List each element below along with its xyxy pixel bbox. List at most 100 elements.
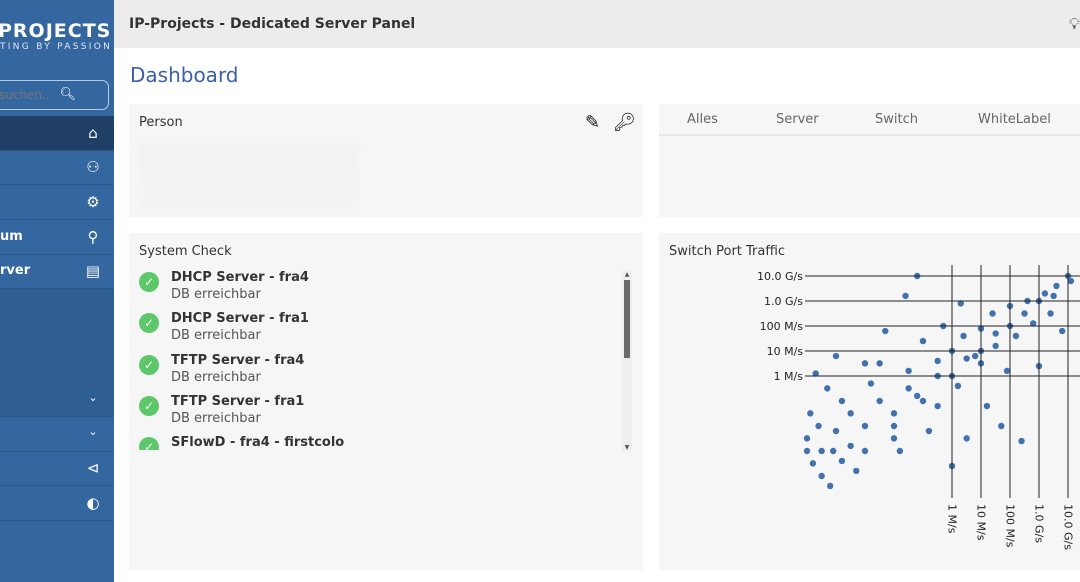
- person-title: Person: [139, 115, 183, 130]
- data-point: [824, 385, 831, 392]
- y-tick-label: 1 M/s: [774, 370, 804, 383]
- x-tick-label: 1 M/s: [946, 504, 959, 534]
- tab-alles[interactable]: Alles: [687, 112, 718, 127]
- sidebar-item-server[interactable]: rver ▤: [0, 254, 114, 289]
- data-point: [1053, 282, 1060, 290]
- sidebar-item-home[interactable]: ⌂: [0, 116, 114, 151]
- check-circle-icon: ✓: [139, 396, 159, 416]
- data-point: [861, 360, 869, 367]
- data-point: [853, 467, 860, 475]
- scroll-up-arrow-icon[interactable]: ▲: [622, 271, 632, 278]
- home-icon: ⌂: [88, 124, 98, 142]
- data-point: [998, 422, 1005, 430]
- x-tick-label: 1.0 G/s: [1033, 504, 1046, 543]
- data-point: [934, 357, 941, 365]
- list-item: ✓ DHCP Server - fra4 DB erreichbar: [139, 270, 609, 311]
- data-point: [925, 427, 933, 435]
- data-point: [847, 410, 854, 417]
- list-item: ✓ SFlowD - fra4 - firstcolo: [139, 435, 609, 450]
- data-point: [905, 385, 912, 392]
- data-point: [960, 332, 967, 340]
- scroll-down-arrow-icon[interactable]: ▼: [622, 444, 632, 451]
- search-box[interactable]: 🔍︎: [0, 80, 109, 110]
- list-item: ✓ DHCP Server - fra1 DB erreichbar: [139, 311, 609, 352]
- system-check-panel: System Check ✓ DHCP Server - fra4 DB errei…: [129, 233, 643, 570]
- sidebar-item-network[interactable]: ⊲: [0, 451, 114, 486]
- data-point: [890, 435, 898, 442]
- data-point: [1047, 310, 1054, 317]
- check-circle-icon: ✓: [139, 272, 159, 292]
- y-tick-label: 1.0 G/s: [764, 295, 803, 308]
- tab-switch[interactable]: Switch: [875, 112, 918, 127]
- data-point: [826, 482, 834, 490]
- check-name: DHCP Server - fra1: [171, 311, 309, 326]
- data-point: [832, 427, 840, 435]
- system-check-title: System Check: [139, 244, 232, 259]
- data-point: [809, 460, 817, 467]
- data-point: [861, 447, 869, 455]
- data-point: [963, 435, 970, 442]
- data-point: [1041, 290, 1049, 297]
- page-title: Dashboard: [130, 63, 239, 87]
- data-point: [890, 410, 898, 417]
- check-name: DHCP Server - fra4: [171, 270, 309, 285]
- top-bar: IP-Projects - Dedicated Server Panel 💡︎: [114, 0, 1080, 48]
- data-point: [1067, 277, 1075, 285]
- data-point: [829, 447, 837, 455]
- sidebar-item-expand-2[interactable]: ⌄: [0, 417, 114, 452]
- filter-tabs: Alles Server Switch WhiteLabel: [659, 104, 1080, 136]
- list-item: ✓ TFTP Server - fra4 DB erreichbar: [139, 353, 609, 394]
- tab-whitelabel[interactable]: WhiteLabel: [978, 112, 1051, 127]
- data-point: [838, 457, 846, 465]
- tab-server[interactable]: Server: [776, 112, 819, 127]
- check-name: SFlowD - fra4 - firstcolo: [171, 435, 345, 450]
- data-point: [818, 472, 825, 480]
- y-tick-label: 10 M/s: [767, 345, 804, 358]
- redacted-person-info: [139, 144, 359, 214]
- check-status: DB erreichbar: [171, 287, 261, 302]
- data-point: [963, 355, 970, 362]
- list-item: ✓ TFTP Server - fra1 DB erreichbar: [139, 394, 609, 435]
- traffic-panel: Switch Port Traffic 10.0 G/s 1.0 G/s 100 M…: [659, 233, 1080, 570]
- gears-icon: ⚙: [86, 193, 100, 211]
- sidebar-item-monitoring[interactable]: ◐: [0, 486, 114, 521]
- data-point: [934, 402, 941, 410]
- data-point: [882, 327, 889, 335]
- data-point: [919, 337, 927, 345]
- data-point: [803, 435, 811, 442]
- gauge-icon: ◐: [86, 494, 100, 512]
- data-point: [902, 292, 909, 300]
- sidebar-item-expand-1[interactable]: ⌄: [0, 383, 114, 417]
- data-point: [838, 397, 846, 405]
- y-tick-label: 100 M/s: [760, 320, 804, 333]
- sidebar-item-users[interactable]: ⚇: [0, 150, 114, 185]
- data-point: [919, 397, 927, 405]
- sidebar-item-settings[interactable]: ⚙: [0, 185, 114, 220]
- check-status: DB erreichbar: [171, 411, 261, 426]
- sidebar-item-label: rver: [0, 263, 31, 278]
- check-circle-icon: ✓: [139, 355, 159, 375]
- check-circle-icon: ✓: [139, 437, 159, 450]
- data-point: [1058, 327, 1066, 335]
- key-icon[interactable]: 🔑︎: [613, 112, 636, 133]
- pencil-icon[interactable]: ✎: [585, 112, 600, 133]
- sidebar-item-location[interactable]: um ⚲: [0, 220, 114, 255]
- check-name: TFTP Server - fra1: [171, 394, 305, 409]
- data-point: [992, 330, 999, 337]
- data-point: [983, 402, 991, 410]
- data-point: [1018, 437, 1025, 445]
- logo-tagline: TING BY PASSION: [0, 42, 113, 52]
- data-point: [971, 352, 979, 360]
- scrollbar[interactable]: ▲ ▼: [622, 271, 632, 451]
- share-nodes-icon: ⊲: [86, 459, 100, 477]
- data-point: [861, 422, 869, 430]
- scrollbar-thumb[interactable]: [624, 280, 630, 358]
- lightbulb-icon[interactable]: 💡︎: [1069, 14, 1080, 34]
- data-point: [954, 382, 962, 390]
- data-point: [818, 447, 825, 455]
- chevron-down-icon: ⌄: [88, 425, 98, 438]
- search-icon[interactable]: 🔍︎: [59, 87, 76, 102]
- check-name: TFTP Server - fra4: [171, 353, 305, 368]
- x-tick-label: 10 M/s: [975, 504, 988, 541]
- data-point: [890, 422, 898, 430]
